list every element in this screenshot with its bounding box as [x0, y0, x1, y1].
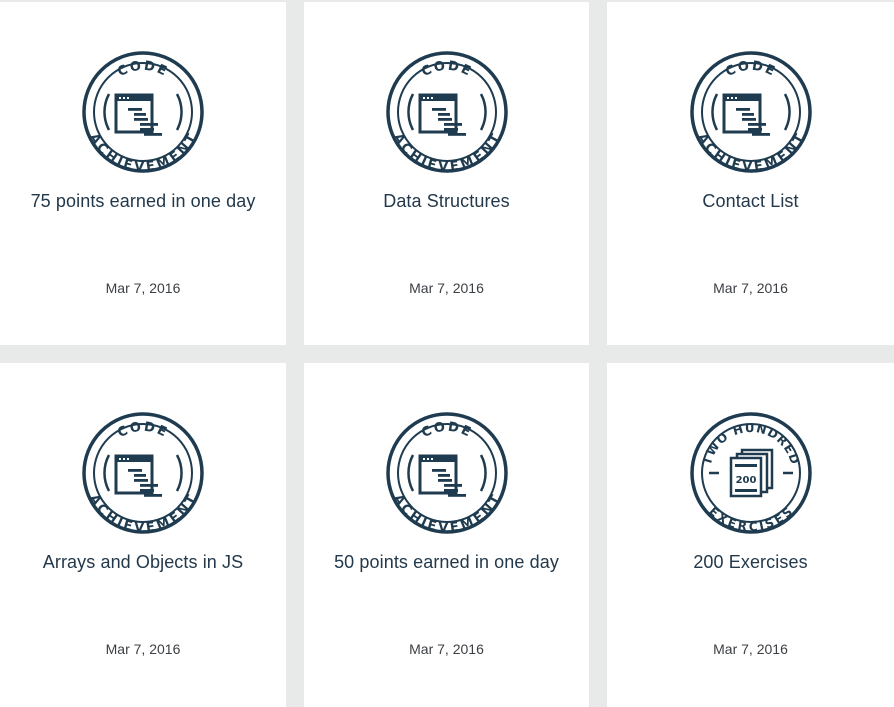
badge-bottom-text: ACHIEVEMENT	[86, 131, 200, 174]
badge-top-text: CODE	[419, 420, 474, 441]
achievement-card[interactable]: CODE ACHIEVEMENT Arrays and Objects in JS M…	[0, 363, 286, 707]
achievement-badge: CODE ACHIEVEMENT	[81, 411, 205, 535]
badge-bottom-text: EXERCISES	[706, 504, 796, 534]
achievement-date: Mar 7, 2016	[105, 280, 181, 296]
code-achievement-badge-icon: CODE ACHIEVEMENT	[385, 412, 508, 535]
code-achievement-badge-icon: CODE ACHIEVEMENT	[82, 51, 204, 174]
achievement-card[interactable]: CODE ACHIEVEMENT Contact List Mar 7, 2016	[607, 2, 894, 345]
achievement-title: 75 points earned in one day	[30, 191, 256, 211]
achievement-card[interactable]: CODE ACHIEVEMENT 50 points earned in one d…	[304, 363, 589, 707]
badge-bottom-text: ACHIEVEMENT	[389, 131, 503, 174]
achievement-badge: CODE ACHIEVEMENT	[385, 411, 509, 535]
achievement-date: Mar 7, 2016	[713, 641, 788, 657]
two-hundred-exercises-badge-icon: TWO HUNDREDEXERCISES200	[689, 412, 812, 534]
achievements-grid: CODE ACHIEVEMENT 75 points earned in one d…	[0, 0, 894, 707]
achievement-badge: TWO HUNDRED EXERCISES 200	[689, 411, 813, 535]
badge-bottom-text: ACHIEVEMENT	[86, 492, 200, 535]
code-achievement-badge-icon: CODE ACHIEVEMENT	[385, 51, 508, 174]
badge-bottom-text: ACHIEVEMENT	[693, 131, 807, 174]
achievement-title: Arrays and Objects in JS	[42, 552, 244, 572]
achievement-title: Data Structures	[383, 191, 510, 211]
code-window-icon	[418, 93, 466, 136]
achievement-card[interactable]: CODE ACHIEVEMENT Data Structures Mar 7, 201…	[304, 2, 589, 345]
code-window-icon	[418, 454, 466, 497]
achievement-date: Mar 7, 2016	[409, 280, 484, 296]
badge-top-text: CODE	[723, 59, 778, 80]
achievement-badge: CODE ACHIEVEMENT	[81, 50, 205, 174]
achievement-card[interactable]: TWO HUNDRED EXERCISES 200 200 Exercises Mar …	[607, 363, 894, 707]
achievement-title: 200 Exercises	[693, 552, 808, 572]
code-window-icon	[114, 454, 162, 497]
achievement-title: Contact List	[702, 191, 799, 211]
code-window-icon	[114, 93, 162, 136]
achievement-badge: CODE ACHIEVEMENT	[689, 50, 813, 174]
code-window-icon	[722, 93, 770, 136]
badge-top-text: CODE	[115, 420, 170, 441]
achievement-card[interactable]: CODE ACHIEVEMENT 75 points earned in one d…	[0, 2, 286, 345]
badge-top-text: CODE	[419, 59, 474, 80]
achievement-title: 50 points earned in one day	[334, 552, 559, 572]
achievement-badge: CODE ACHIEVEMENT	[385, 50, 509, 174]
achievement-date: Mar 7, 2016	[713, 280, 788, 296]
achievement-date: Mar 7, 2016	[409, 641, 484, 657]
badge-bottom-text: ACHIEVEMENT	[389, 492, 503, 535]
badge-number-text: 200	[735, 475, 756, 486]
code-achievement-badge-icon: CODE ACHIEVEMENT	[82, 412, 204, 535]
badge-top-text: CODE	[115, 59, 170, 80]
code-achievement-badge-icon: CODE ACHIEVEMENT	[689, 51, 812, 174]
achievement-date: Mar 7, 2016	[105, 641, 181, 657]
stacked-papers-icon: 200	[729, 448, 773, 498]
